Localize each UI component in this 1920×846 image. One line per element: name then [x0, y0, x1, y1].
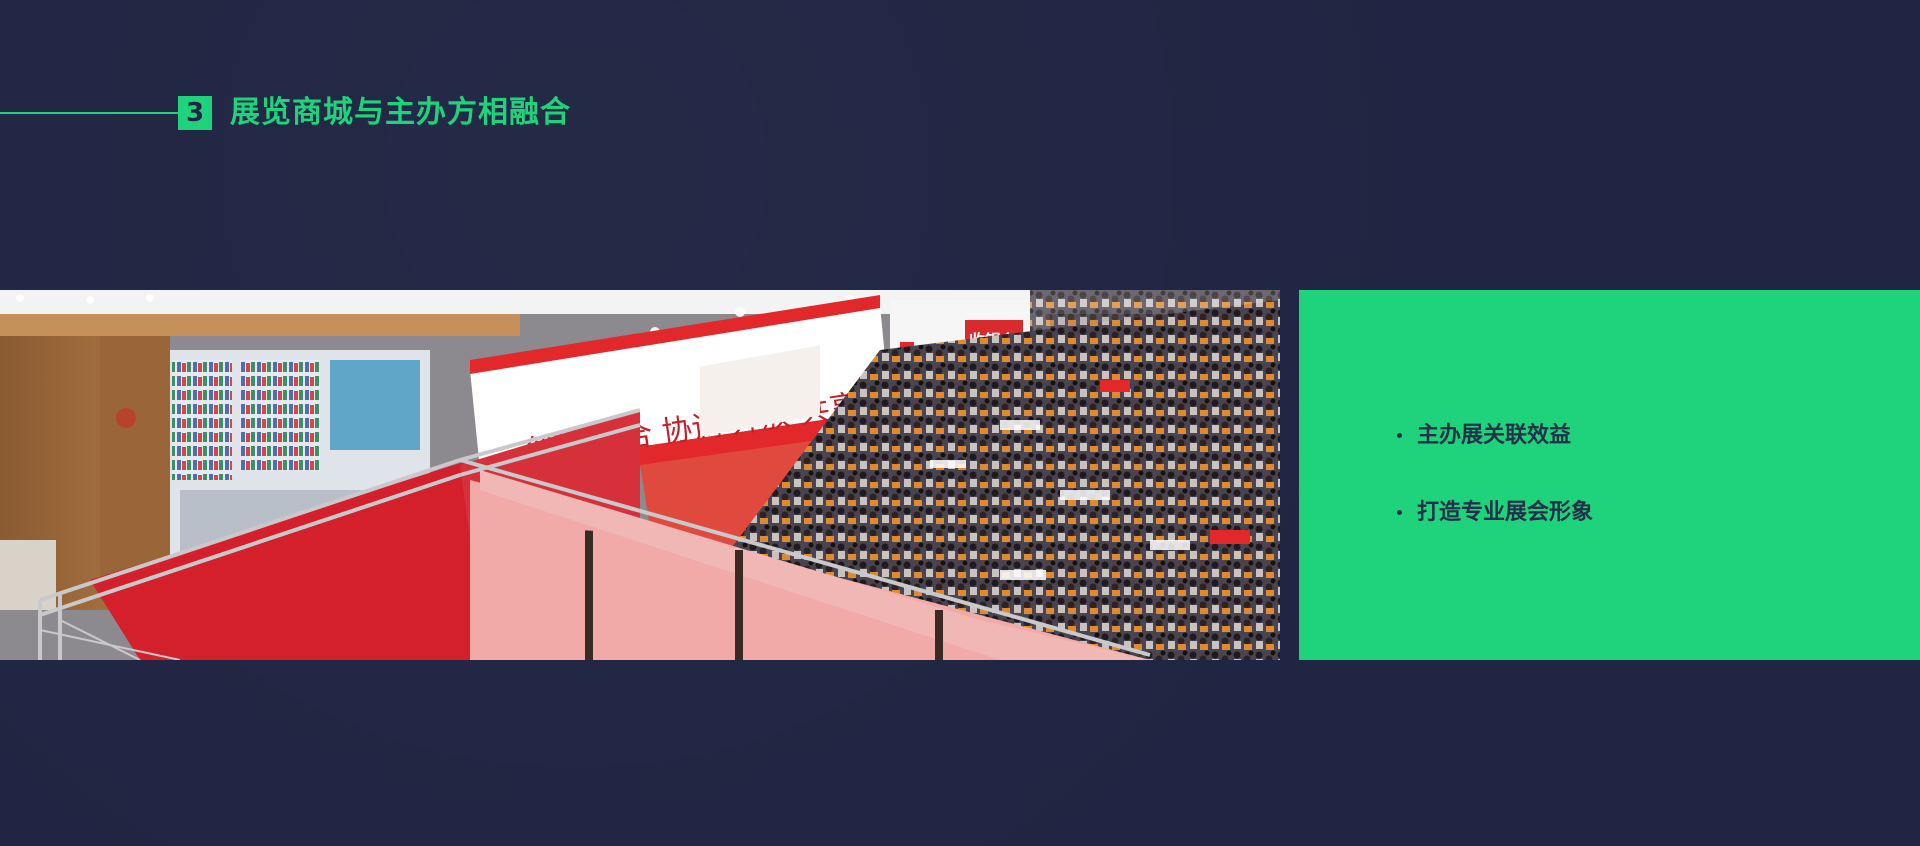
expo-photo-illustration: 创新 融合 协调 开放 共享 收银台 [0, 290, 1280, 660]
list-item: 主办展关联效益 [1397, 418, 1593, 454]
bullet-label: 主办展关联效益 [1417, 423, 1572, 448]
slide: 3 展览商城与主办方相融合 创新 融合 协调 开放 共享 主办展关联效益 打造专… [0, 0, 1920, 846]
page-title: 展览商城与主办方相融合 [230, 95, 571, 130]
info-panel: 主办展关联效益 打造专业展会形象 [1299, 290, 1920, 660]
bullet-dot-icon [1397, 433, 1402, 438]
bullet-list: 主办展关联效益 打造专业展会形象 [1397, 418, 1593, 572]
header-accent-line [0, 112, 180, 114]
bullet-label: 打造专业展会形象 [1417, 500, 1594, 525]
list-item: 打造专业展会形象 [1397, 495, 1593, 531]
bullet-dot-icon [1397, 510, 1402, 515]
section-number-badge: 3 [178, 96, 212, 130]
expo-hall-photo: 创新 融合 协调 开放 共享 收银台 [0, 290, 1280, 660]
